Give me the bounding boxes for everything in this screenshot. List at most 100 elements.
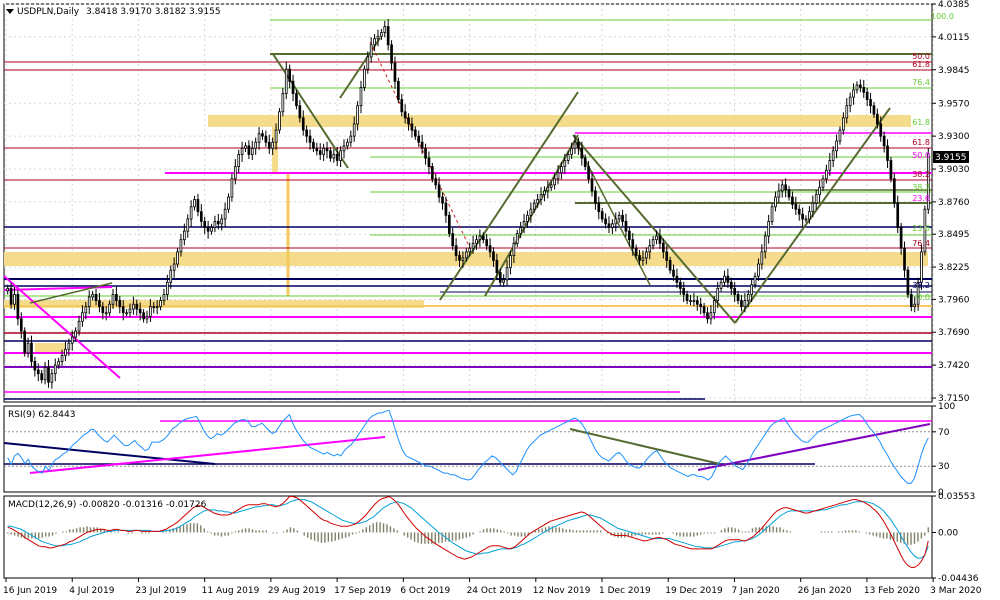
candle-body (70, 336, 74, 344)
candle-body (719, 281, 723, 289)
candle-body (587, 166, 590, 180)
candle-body (909, 294, 913, 308)
candle-body (879, 123, 883, 137)
candle-body (791, 196, 794, 205)
candle-body (505, 267, 509, 281)
candle-body (414, 129, 417, 137)
candle-body (397, 80, 400, 101)
candle-body (573, 141, 577, 149)
candle-body (641, 257, 645, 261)
candle-body (451, 233, 455, 247)
candle-body (346, 141, 349, 147)
candle-body (794, 203, 798, 210)
candle-body (342, 145, 346, 152)
candle-body (271, 141, 275, 149)
candle-body (716, 287, 720, 301)
candle-body (305, 129, 308, 137)
candle-body (295, 93, 298, 107)
candle-body (532, 202, 536, 210)
candle-body (427, 157, 431, 167)
candle-body (797, 208, 801, 215)
candle-body (369, 44, 373, 58)
candle-body (155, 306, 159, 309)
candle-body (848, 96, 852, 107)
candle-body (366, 56, 370, 70)
rsi-tick-label: 70 (938, 428, 950, 438)
candle-body (651, 239, 655, 247)
candle-body (115, 294, 118, 301)
candle-body (247, 145, 251, 155)
candle-body (631, 239, 635, 249)
candle-body (600, 211, 604, 220)
candle-body (437, 184, 441, 198)
candle-body (512, 242, 516, 256)
candle-body (308, 135, 312, 143)
candle-body (169, 269, 173, 283)
price-tick-label: 3.7960 (938, 295, 970, 305)
candle-body (203, 221, 207, 228)
candle-body (23, 330, 27, 354)
candle-body (733, 287, 737, 295)
candle-body (9, 287, 13, 305)
candle-body (774, 196, 777, 208)
candle-body (862, 87, 866, 93)
candle-body (444, 202, 448, 216)
candle-body (312, 141, 315, 149)
candle-body (87, 296, 91, 308)
candle-body (478, 235, 482, 241)
candle-body (522, 221, 526, 228)
ohlc-values: 3.8418 3.9170 3.8182 3.9155 (86, 7, 221, 17)
candle-body (81, 312, 84, 322)
candle-body (349, 135, 353, 143)
symbol-label: USDPLN,Daily (17, 7, 80, 17)
macd-tick-label: 0.00 (938, 528, 958, 538)
fib-label: 23.6 (912, 194, 930, 203)
candle-body (420, 141, 424, 149)
candle-body (519, 227, 522, 234)
candle-body (634, 247, 638, 256)
price-tick-label: 3.7420 (938, 361, 970, 371)
candle-body (692, 300, 696, 302)
candle-body (828, 160, 832, 171)
candle-body (876, 113, 879, 125)
candle-body (702, 306, 706, 314)
candle-body (536, 199, 539, 204)
candle-body (638, 255, 641, 261)
candle-body (831, 150, 835, 161)
candle-body (213, 221, 217, 228)
candle-body (142, 312, 145, 320)
candle-body (784, 184, 787, 191)
candle-body (726, 275, 730, 283)
candle-body (233, 166, 237, 180)
candle-body (628, 230, 631, 241)
candle-body (706, 312, 709, 320)
candle-body (645, 251, 648, 259)
candle-body (818, 186, 821, 196)
candle-body (36, 369, 40, 375)
time-tick-label: 4 Jul 2019 (69, 586, 114, 596)
time-tick-label: 12 Nov 2019 (533, 586, 591, 596)
candle-body (257, 133, 261, 143)
candle-body (760, 251, 764, 265)
candle-body (159, 300, 162, 308)
candle-body (492, 251, 495, 261)
time-tick-label: 26 Jan 2020 (798, 586, 852, 596)
candle-body (811, 202, 815, 213)
price-tick-label: 3.9845 (938, 66, 970, 76)
current-price-tag: 3.9155 (933, 151, 969, 163)
candle-body (318, 150, 322, 155)
candle-body (329, 150, 332, 159)
candle-body (736, 294, 740, 301)
candle-body (149, 306, 152, 317)
candle-body (729, 281, 733, 289)
candle-body (502, 279, 506, 283)
candle-body (740, 300, 743, 308)
candle-body (709, 312, 713, 320)
candle-body (563, 160, 567, 167)
candle-body (750, 284, 753, 295)
candle-body (509, 255, 512, 269)
candle-body (352, 123, 356, 137)
time-tick-label: 24 Oct 2019 (467, 586, 523, 596)
candle-body (838, 129, 842, 142)
fib-label: 76.4 (912, 78, 930, 87)
